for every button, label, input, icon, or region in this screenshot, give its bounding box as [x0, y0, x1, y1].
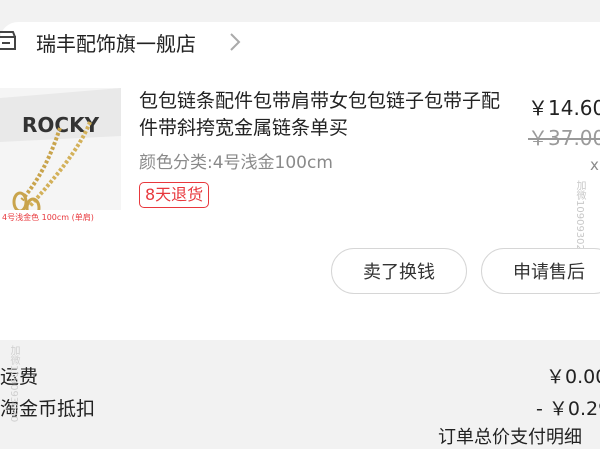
product-image-brand: ROCKY: [22, 113, 100, 137]
store-icon: [0, 31, 16, 50]
product-image-caption: 4号浅金色 100cm (单肩): [2, 212, 94, 222]
sell-exchange-button[interactable]: 卖了换钱: [331, 248, 467, 294]
chevron-right-icon[interactable]: [228, 32, 242, 52]
after-sale-button[interactable]: 申请售后: [481, 248, 600, 294]
product-original-price: ￥37.00: [528, 126, 600, 150]
product-image: ROCKY 4号浅金色 100cm (单肩): [0, 88, 121, 224]
product-quantity: x: [590, 156, 599, 174]
shop-name[interactable]: 瑞丰配饰旗一舰店: [36, 28, 196, 57]
order-detail-link[interactable]: 订单总价支付明细: [438, 423, 582, 449]
product-thumbnail[interactable]: ROCKY 4号浅金色 100cm (单肩): [0, 88, 121, 224]
product-spec: 颜色分类:4号浅金100cm: [139, 153, 333, 173]
watermark-vertical: 加微109093020: [574, 180, 585, 258]
watermark-left: 加微109093020: [8, 345, 19, 423]
product-price: ￥14.60: [528, 96, 600, 120]
top-strip: [0, 0, 600, 22]
shipping-fee-value: ￥0.00: [546, 366, 600, 388]
return-policy-badge: 8天退货: [139, 182, 210, 208]
coin-deduction-value: - ￥0.29: [536, 398, 600, 420]
product-title[interactable]: 包包链条配件包带肩带女包包链子包带子配件带斜挎宽金属链条单买: [139, 88, 514, 142]
